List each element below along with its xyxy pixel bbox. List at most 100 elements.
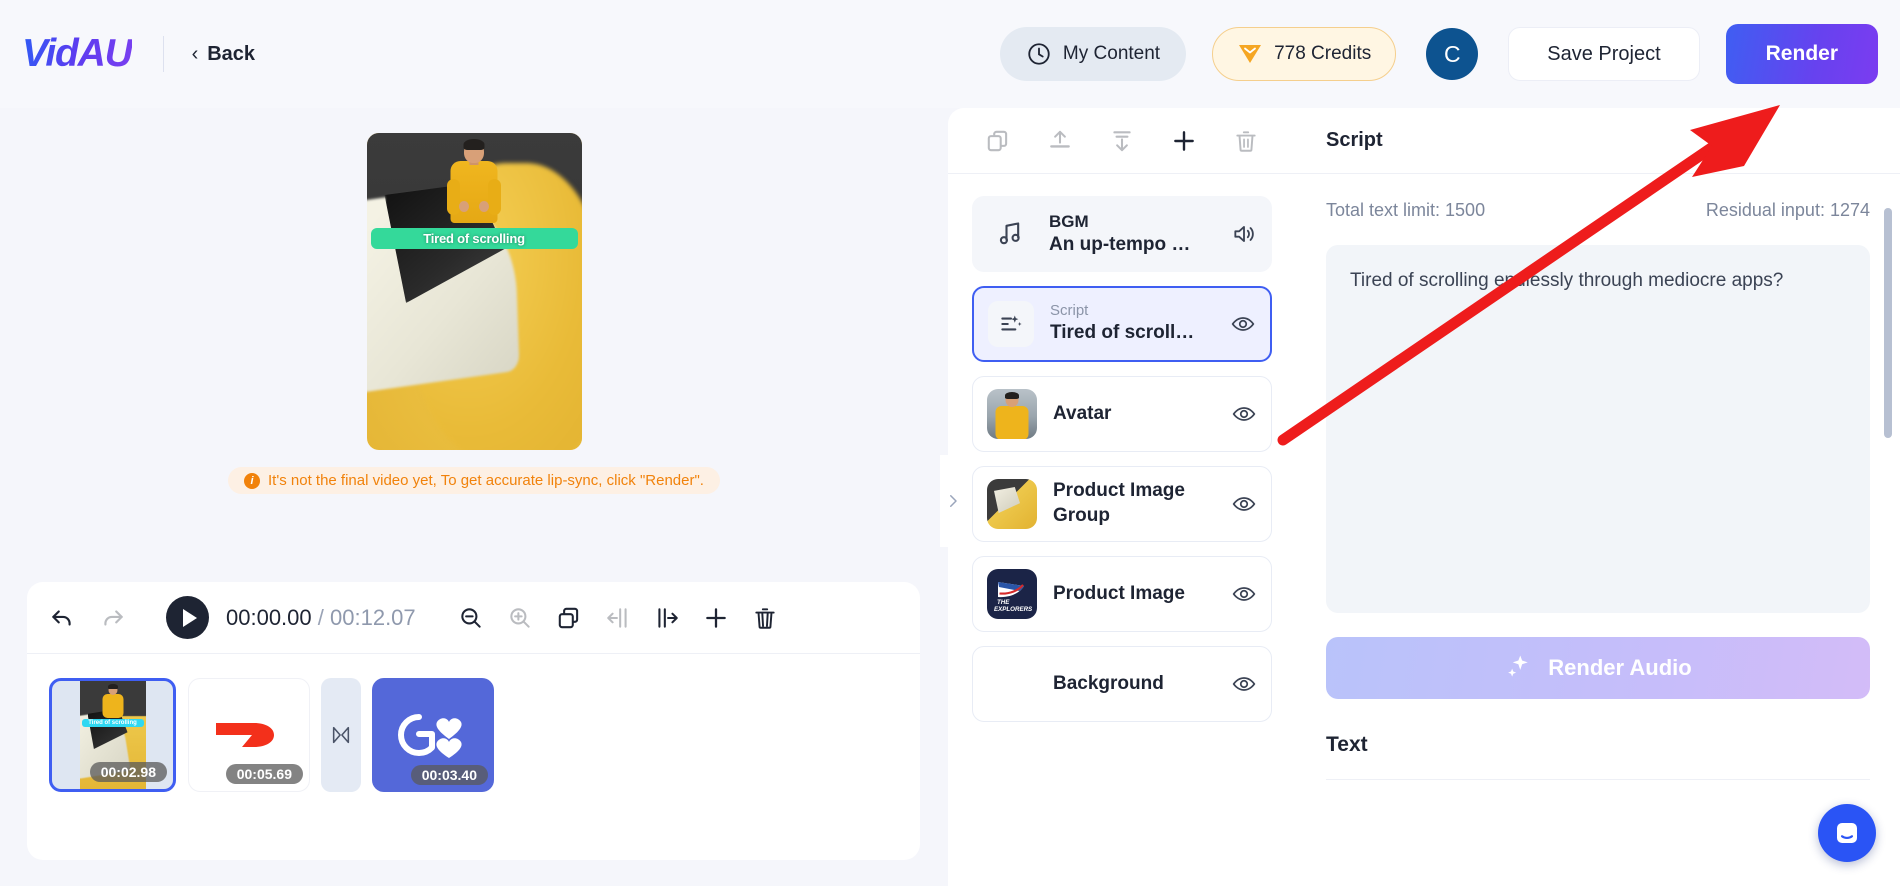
timeline-clip[interactable]: Tired of scrolling 00:02.98 [49,678,176,792]
credits-label: 778 Credits [1274,43,1372,64]
play-icon [182,608,197,627]
layer-item-product-image[interactable]: THE EXPLORERS Product Image [972,556,1272,632]
add-clip-icon[interactable] [703,605,729,631]
copy-icon[interactable] [985,128,1011,154]
delete-clip-icon[interactable] [752,605,778,631]
header-divider [162,36,164,72]
timeline-panel: 00:00.00 / 00:12.07 Tired of scrolling 0… [27,582,920,860]
script-input[interactable]: Tired of scrolling endlessly through med… [1326,245,1870,613]
split-left-icon[interactable] [605,605,631,631]
layers-panel: BGM An up-tempo … Script Tired of scroll… [948,108,1296,886]
layer-title: Avatar [1053,402,1112,424]
video-preview-area: Tired of scrolling i It's not the final … [0,108,948,578]
eye-icon[interactable] [1231,401,1257,427]
split-right-icon[interactable] [654,605,680,631]
layer-text: Product Image Group [1053,479,1215,528]
total-duration: 00:12.07 [330,604,416,630]
total-text-limit: Total text limit: 1500 [1326,200,1486,220]
layer-item-script[interactable]: Script Tired of scroll… [972,286,1272,362]
render-audio-label: Render Audio [1548,655,1692,680]
layer-thumbnail [987,659,1037,709]
timeline-clip[interactable]: 00:03.40 [372,678,494,792]
layer-item-avatar[interactable]: Avatar [972,376,1272,452]
script-panel: Script Total text limit: 1500 Residual i… [1296,108,1900,886]
script-panel-scrollbar[interactable] [1884,208,1892,438]
app-header: VidAU ‹ Back My Content 778 Credits C Sa… [0,0,1900,108]
lipsync-notice: i It's not the final video yet, To get a… [228,467,720,494]
explorers-logo-icon: THE EXPLORERS [994,582,1033,613]
layer-thumbnail [987,479,1037,529]
play-button[interactable] [166,596,209,639]
layer-item-background[interactable]: Background [972,646,1272,722]
transition-icon [332,726,350,744]
layer-title: Background [1053,672,1164,694]
script-panel-body: Total text limit: 1500 Residual input: 1… [1296,174,1900,780]
back-button[interactable]: ‹ Back [192,43,255,66]
layer-thumbnail [987,389,1037,439]
header-actions: My Content 778 Credits C Save Project Re… [999,24,1900,84]
layers-list: BGM An up-tempo … Script Tired of scroll… [948,174,1296,722]
video-preview[interactable]: Tired of scrolling [366,133,582,450]
my-content-label: My Content [1062,43,1161,64]
layer-sublabel: Script [1050,302,1089,320]
timeline-clips: Tired of scrolling 00:02.98 00:05.69 00:… [27,654,920,792]
script-panel-title: Script [1326,129,1383,151]
credits-button[interactable]: 778 Credits [1212,27,1397,81]
svg-text:THE: THE [997,599,1010,606]
zoom-out-icon[interactable] [458,605,484,631]
volume-icon[interactable] [1231,221,1257,247]
transition-handle[interactable] [321,678,361,792]
timeline-clip[interactable]: 00:05.69 [188,678,310,792]
layer-title: An up-tempo … [1049,233,1191,255]
layer-thumbnail [987,211,1033,257]
layer-text: Avatar [1053,402,1215,427]
chat-bubble-icon [1837,823,1857,843]
chevron-left-icon: ‹ [191,43,199,65]
gb-logo-icon [398,714,462,758]
layer-text: Script Tired of scroll… [1050,302,1214,345]
layer-item-product-image-group[interactable]: Product Image Group [972,466,1272,542]
clip-duration: 00:03.40 [410,765,488,785]
info-icon: i [244,472,261,489]
my-content-button[interactable]: My Content [999,27,1187,81]
vidau-logo[interactable]: VidAU [22,32,133,76]
sparkles-icon [1508,655,1529,677]
layer-title: Product Image Group [1053,480,1185,526]
clip-caption: Tired of scrolling [81,719,144,727]
layer-text: Product Image [1053,582,1215,607]
eye-icon[interactable] [1231,491,1257,517]
render-button[interactable]: Render [1725,24,1878,84]
clip-duration: 00:02.98 [89,762,167,782]
bring-forward-icon[interactable] [1047,128,1073,154]
render-audio-button[interactable]: Render Audio [1326,637,1870,699]
save-project-button[interactable]: Save Project [1508,27,1700,81]
script-meta: Total text limit: 1500 Residual input: 1… [1326,200,1870,221]
add-layer-icon[interactable] [1171,128,1197,154]
layer-item-bgm[interactable]: BGM An up-tempo … [972,196,1272,272]
layer-sublabel: BGM [1049,211,1089,231]
intercom-chat-button[interactable] [1818,804,1876,862]
duplicate-icon[interactable] [556,605,582,631]
eye-icon[interactable] [1231,581,1257,607]
eye-icon[interactable] [1231,671,1257,697]
redo-icon[interactable] [100,605,126,631]
user-avatar[interactable]: C [1426,28,1479,80]
gem-icon [1239,45,1262,63]
preview-avatar-figure [446,139,502,227]
back-button-label: Back [207,42,256,65]
undo-icon[interactable] [49,605,75,631]
panel-collapse-toggle[interactable] [940,455,966,547]
time-display: 00:00.00 / 00:12.07 [226,605,416,631]
music-note-icon [999,222,1020,245]
zoom-in-icon[interactable] [507,605,533,631]
current-time: 00:00.00 [226,604,312,630]
eye-icon[interactable] [1230,311,1256,337]
script-panel-header: Script [1296,108,1900,174]
clock-icon [1028,43,1050,65]
layer-title: Tired of scroll… [1050,322,1195,344]
delete-layer-icon[interactable] [1233,128,1259,154]
send-backward-icon[interactable] [1109,128,1135,154]
time-separator: / [317,604,324,630]
layer-text: Background [1053,672,1215,697]
layer-thumbnail [988,301,1034,347]
